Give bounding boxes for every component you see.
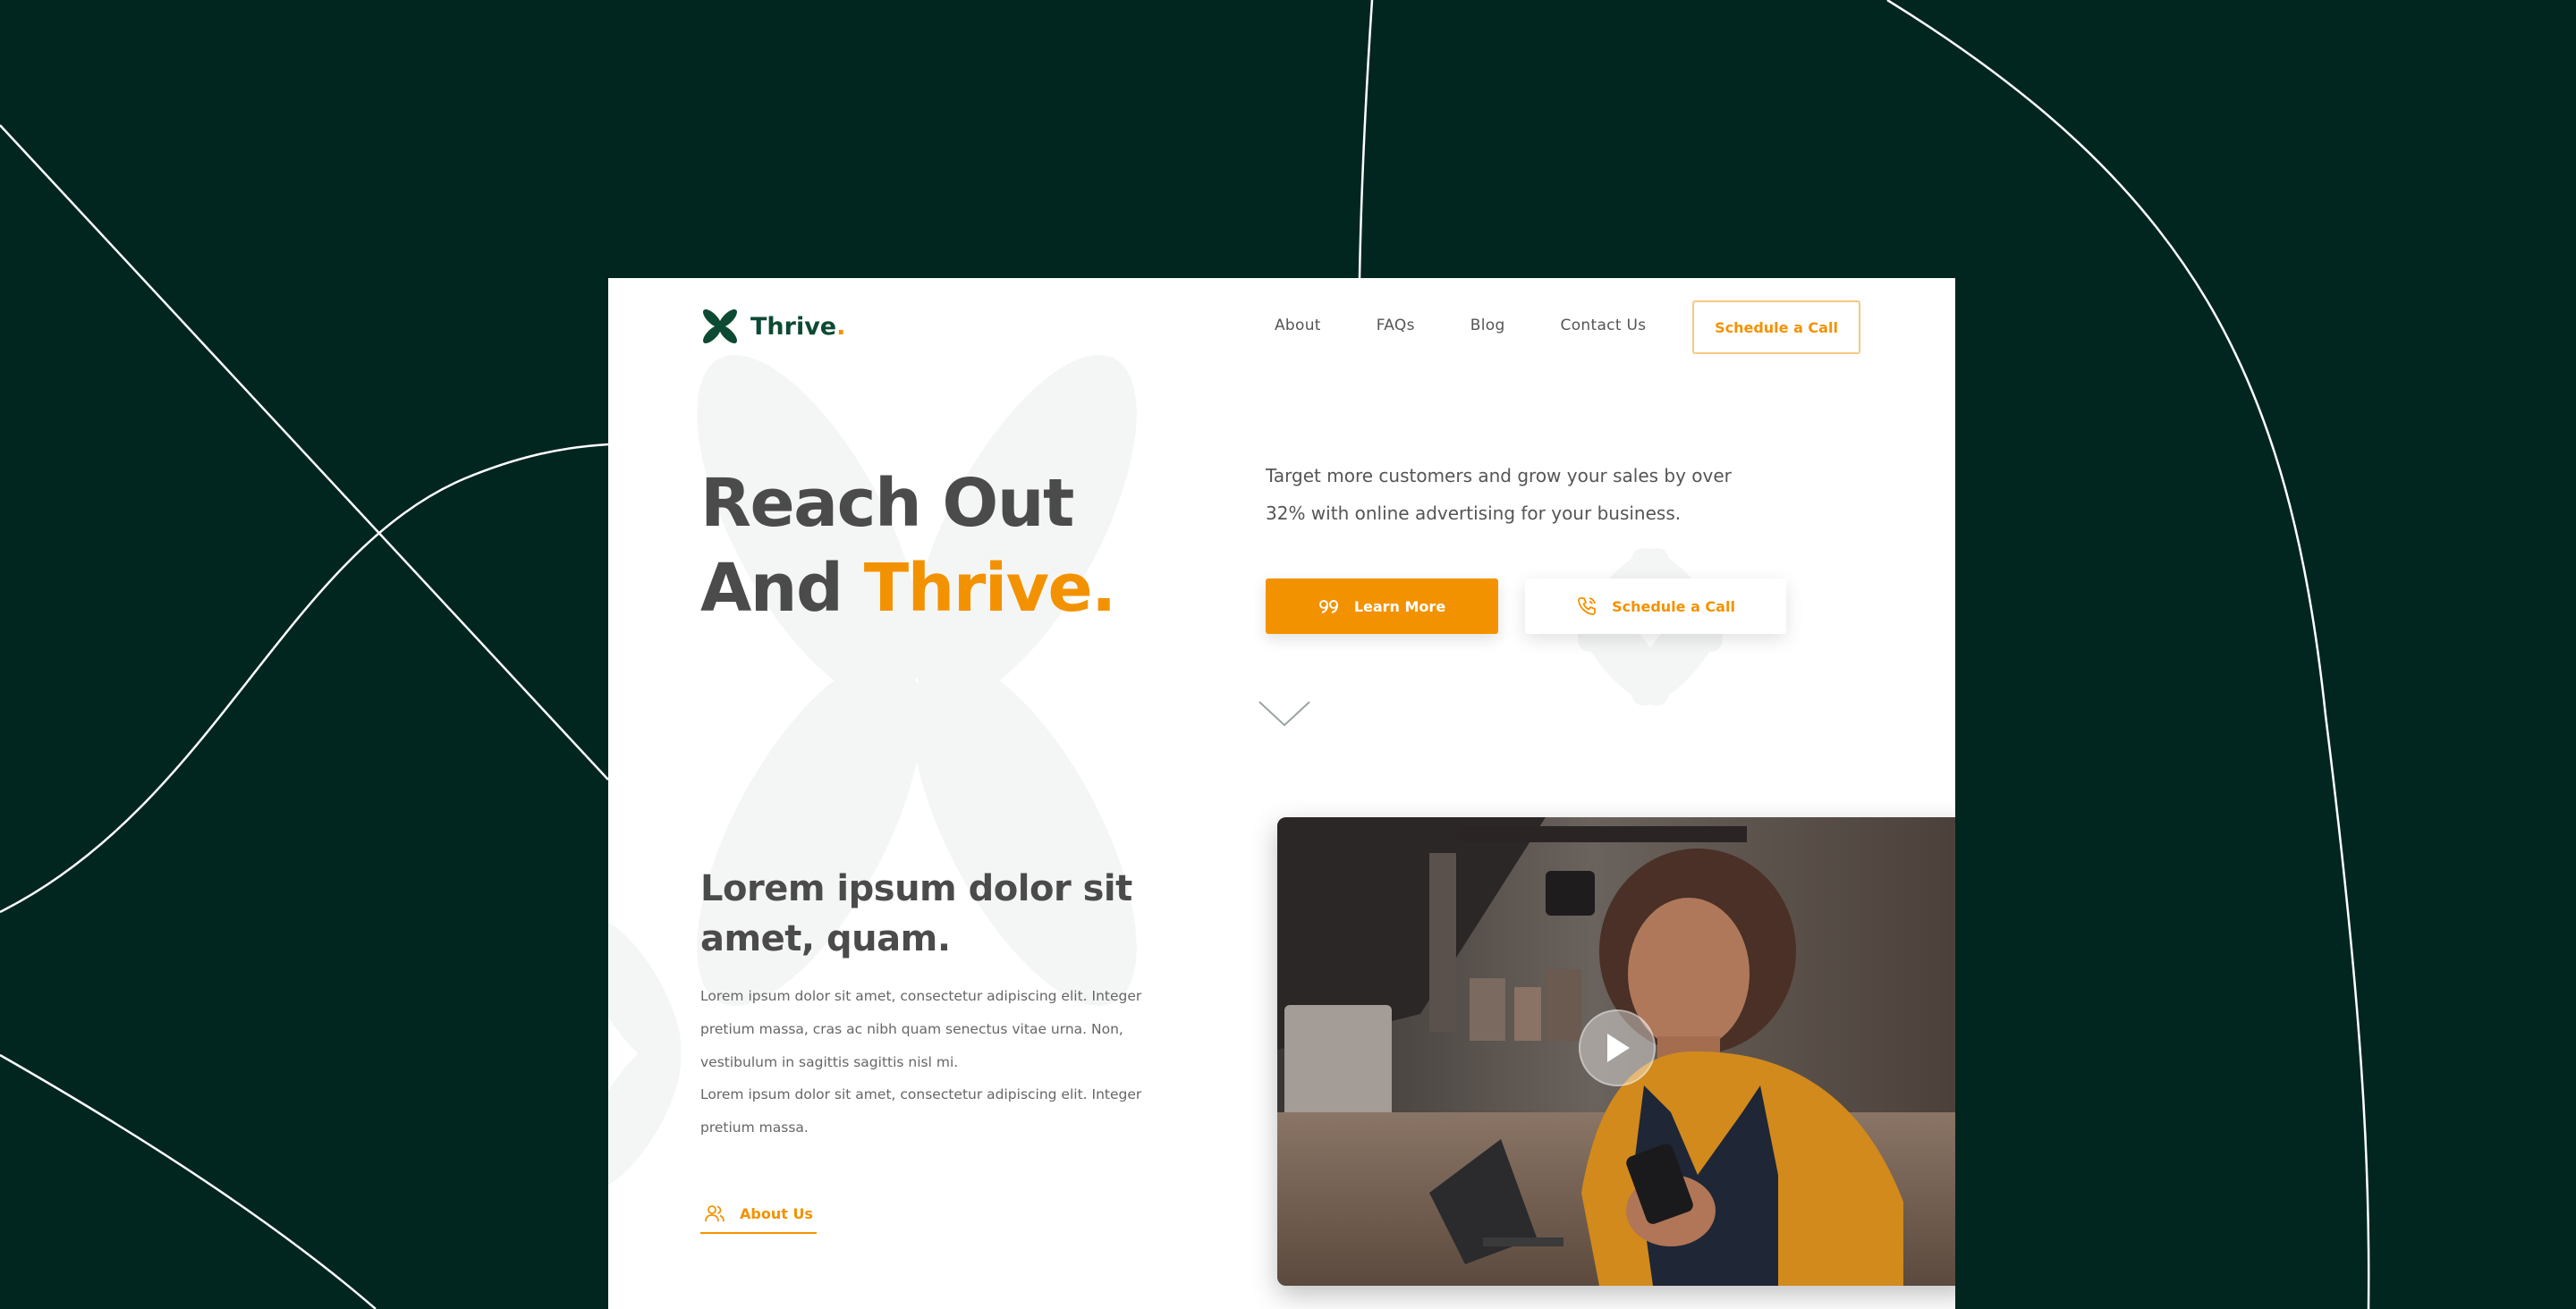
about-us-label: About Us [740,1204,813,1222]
hero-title-accent: Thrive. [863,550,1117,627]
nav-link-about[interactable]: About [1275,317,1321,334]
play-icon[interactable] [1579,1009,1656,1086]
hero-subtitle: Target more customers and grow your sale… [1266,465,1732,524]
hero-title-line2-prefix: And [700,550,864,627]
hero-title: Reach Out And Thrive. [700,461,1117,631]
landing-page-preview: Thrive. About FAQs Blog Contact Us Sched… [608,278,1955,1309]
section-paragraph-1: Lorem ipsum dolor sit amet, consectetur … [700,988,1142,1070]
learn-more-button[interactable]: Learn More [1266,578,1498,634]
schedule-call-button[interactable]: Schedule a Call [1525,578,1786,634]
brand-name: Thrive [750,312,837,341]
about-us-link[interactable]: About Us [700,1203,817,1234]
nav-schedule-call-button[interactable]: Schedule a Call [1692,300,1860,354]
quote-icon [1318,599,1340,613]
phone-icon [1576,595,1597,617]
chevron-down-icon[interactable] [1257,698,1312,731]
brand-logo[interactable]: Thrive. [700,307,845,346]
section-paragraph-2: Lorem ipsum dolor sit amet, consectetur … [700,1086,1142,1136]
video-player[interactable] [1277,817,1955,1286]
hero-title-line1: Reach Out [700,465,1074,542]
nav-link-faqs[interactable]: FAQs [1377,317,1415,334]
learn-more-label: Learn More [1353,597,1446,615]
section-title: Lorem ipsum dolor sit amet, quam. [700,868,1132,959]
schedule-call-label: Schedule a Call [1612,597,1735,615]
nav-link-blog[interactable]: Blog [1470,317,1505,334]
main-nav: About FAQs Blog Contact Us [1275,317,1646,334]
leaf-logo-icon [703,309,737,343]
users-icon [704,1203,725,1223]
nav-link-contact[interactable]: Contact Us [1561,317,1647,334]
brand-dot: . [836,312,846,341]
